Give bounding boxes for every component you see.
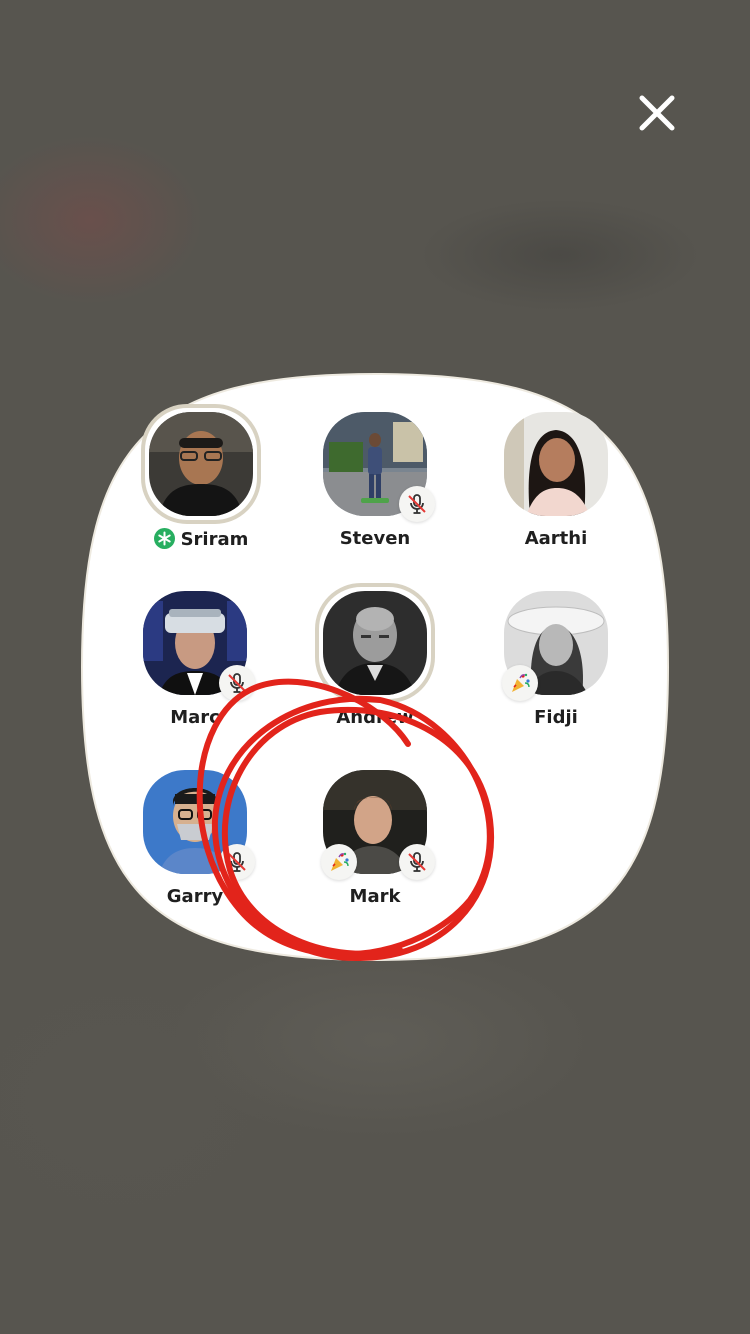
mic-muted-icon	[408, 852, 426, 872]
avatar-wrapper	[323, 412, 435, 522]
speaker-name: Fidji	[534, 707, 578, 728]
close-icon	[639, 95, 675, 131]
speaker-name: Garry	[166, 886, 224, 907]
speaker-name: Steven	[339, 528, 411, 549]
mic-muted-icon	[408, 494, 426, 514]
close-button[interactable]	[632, 88, 682, 138]
avatar[interactable]	[149, 412, 253, 516]
muted-badge	[219, 844, 255, 880]
party-popper-icon	[331, 852, 349, 871]
avatar-wrapper	[504, 412, 608, 516]
muted-badge	[399, 844, 435, 880]
avatar-wrapper	[143, 770, 255, 880]
speaker-name: Marc	[170, 707, 220, 728]
avatar-wrapper	[315, 583, 435, 703]
avatar-wrapper	[141, 404, 261, 524]
avatar[interactable]	[323, 591, 427, 695]
mic-muted-icon	[228, 852, 246, 872]
avatar-wrapper	[502, 591, 608, 701]
avatar-wrapper	[143, 591, 255, 701]
speaker-name: Mark	[349, 886, 401, 907]
moderator-icon	[153, 528, 175, 549]
muted-badge	[399, 486, 435, 522]
speaker-grid-card: Sriram Steven Aarthi Marc Andrew Fidji G…	[80, 372, 670, 962]
speaker-name: Sriram	[180, 529, 249, 550]
party-badge	[321, 844, 357, 880]
speaker-name-row: Sriram	[126, 528, 276, 550]
speaker-name: Aarthi	[524, 528, 588, 549]
party-badge	[502, 665, 538, 701]
mic-muted-icon	[228, 673, 246, 693]
party-popper-icon	[512, 673, 530, 692]
muted-badge	[219, 665, 255, 701]
speaker-name: Andrew	[336, 707, 414, 728]
avatar-wrapper	[321, 770, 435, 880]
avatar[interactable]	[504, 412, 608, 516]
